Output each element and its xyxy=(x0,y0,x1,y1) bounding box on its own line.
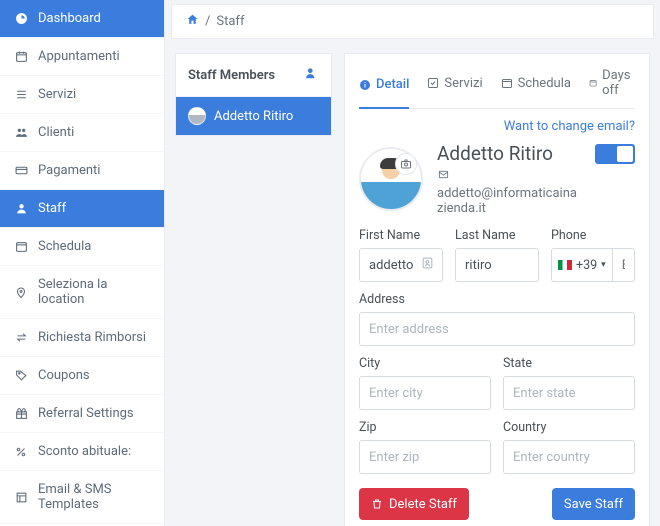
nav-label: Clienti xyxy=(38,125,74,140)
sidebar: Dashboard Appuntamenti Servizi Clienti P… xyxy=(0,0,165,526)
flag-it-icon xyxy=(558,260,572,270)
nav-label: Pagamenti xyxy=(38,163,100,178)
staff-member-item[interactable]: Addetto Ritiro xyxy=(176,97,331,135)
users-icon xyxy=(14,126,28,139)
envelope-icon xyxy=(437,169,581,184)
upload-photo-button[interactable] xyxy=(395,153,417,175)
delete-staff-button[interactable]: Delete Staff xyxy=(359,488,469,520)
zip-label: Zip xyxy=(359,420,491,435)
nav-sconto[interactable]: Sconto abituale: xyxy=(0,433,164,471)
nav-clienti[interactable]: Clienti xyxy=(0,114,164,152)
nav-richiesta[interactable]: Richiesta Rimborsi xyxy=(0,319,164,357)
calendar-icon xyxy=(589,77,597,89)
staff-email: addetto@informaticainazienda.it xyxy=(437,186,581,216)
main: / Staff Staff Members Addetto Ritiro xyxy=(165,0,660,526)
calendar-icon xyxy=(14,240,28,253)
nav-coupons[interactable]: Coupons xyxy=(0,357,164,395)
avatar-icon xyxy=(188,107,206,125)
country-label: Country xyxy=(503,420,635,435)
nav-label: Richiesta Rimborsi xyxy=(38,330,146,345)
city-label: City xyxy=(359,356,491,371)
phone-label: Phone xyxy=(551,228,635,243)
tab-daysoff[interactable]: Days off xyxy=(589,68,635,104)
calendar-icon xyxy=(501,77,513,89)
template-icon xyxy=(14,491,28,504)
nav-label: Referral Settings xyxy=(38,406,134,421)
breadcrumb-page: Staff xyxy=(216,14,244,29)
exchange-icon xyxy=(14,331,28,344)
nav-label: Schedula xyxy=(38,239,91,254)
last-name-input[interactable] xyxy=(455,248,539,282)
nav-label: Dashboard xyxy=(38,11,101,26)
nav-pagamenti[interactable]: Pagamenti xyxy=(0,152,164,190)
tab-schedula[interactable]: Schedula xyxy=(501,68,571,104)
add-member-button[interactable] xyxy=(305,66,319,84)
trash-icon xyxy=(371,498,383,510)
nav-referral[interactable]: Referral Settings xyxy=(0,395,164,433)
nav-label: Staff xyxy=(38,201,66,216)
country-input[interactable] xyxy=(503,440,635,474)
nav-servizi[interactable]: Servizi xyxy=(0,76,164,114)
breadcrumb-sep: / xyxy=(205,14,210,29)
gift-icon xyxy=(14,407,28,420)
zip-input[interactable] xyxy=(359,440,491,474)
nav-appuntamenti[interactable]: Appuntamenti xyxy=(0,38,164,76)
staff-members-panel: Staff Members Addetto Ritiro xyxy=(175,53,332,136)
staff-name: Addetto Ritiro xyxy=(437,142,581,165)
nav-staff[interactable]: Staff xyxy=(0,190,164,228)
calendar-icon xyxy=(14,50,28,63)
staff-member-name: Addetto Ritiro xyxy=(214,109,293,124)
nav-seleziona[interactable]: Seleziona la location xyxy=(0,266,164,319)
address-input[interactable] xyxy=(359,312,635,346)
first-name-label: First Name xyxy=(359,228,443,243)
nav-label: Coupons xyxy=(38,368,90,383)
city-input[interactable] xyxy=(359,376,491,410)
avatar xyxy=(359,147,423,211)
nav-label: Seleziona la location xyxy=(38,277,150,307)
nav-email-sms[interactable]: Email & SMS Templates xyxy=(0,471,164,524)
tag-icon xyxy=(14,369,28,382)
last-name-label: Last Name xyxy=(455,228,539,243)
nav-label: Sconto abituale: xyxy=(38,444,131,459)
pin-icon xyxy=(14,286,28,299)
dashboard-icon xyxy=(14,12,28,25)
tab-detail[interactable]: Detail xyxy=(359,68,409,109)
percent-icon xyxy=(14,446,28,458)
tab-servizi[interactable]: Servizi xyxy=(427,68,482,104)
phone-prefix-select[interactable]: +39▾ xyxy=(551,248,612,282)
check-icon xyxy=(427,77,439,89)
staff-detail-panel: Detail Servizi Schedula Days off xyxy=(344,53,650,526)
save-staff-button[interactable]: Save Staff xyxy=(552,488,635,520)
state-input[interactable] xyxy=(503,376,635,410)
breadcrumb: / Staff xyxy=(171,4,654,39)
info-icon xyxy=(359,79,371,91)
list-icon xyxy=(14,88,28,101)
active-toggle[interactable] xyxy=(595,144,635,164)
change-email-link[interactable]: Want to change email? xyxy=(504,119,635,134)
nav-label: Appuntamenti xyxy=(38,49,120,64)
phone-input[interactable] xyxy=(612,248,635,282)
nav-schedula[interactable]: Schedula xyxy=(0,228,164,266)
card-icon xyxy=(14,164,28,177)
nav-label: Email & SMS Templates xyxy=(38,482,150,512)
staff-members-heading: Staff Members xyxy=(188,68,275,83)
user-icon xyxy=(14,202,28,215)
first-name-input[interactable] xyxy=(359,248,443,282)
nav-label: Servizi xyxy=(38,87,76,102)
state-label: State xyxy=(503,356,635,371)
home-icon[interactable] xyxy=(186,13,199,30)
nav-dashboard[interactable]: Dashboard xyxy=(0,0,164,38)
address-label: Address xyxy=(359,292,635,307)
